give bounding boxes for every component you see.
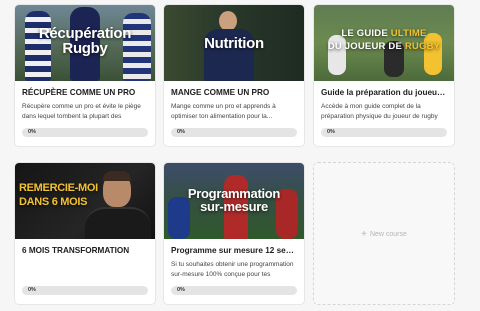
progress-label: 0%	[177, 287, 185, 293]
course-thumbnail: LE GUIDE ULTIME DU JOUEUR DE RUGBY	[314, 5, 454, 81]
thumbnail-title-line: DANS 6 MOIS	[19, 196, 88, 208]
new-course-content: + New course	[314, 229, 454, 240]
thumbnail-title: Récupération Rugby	[38, 25, 132, 57]
course-description: Récupère comme un pro et évite le piège …	[22, 103, 141, 120]
course-title[interactable]: Guide la préparation du joueur de rugby	[321, 87, 447, 98]
course-thumbnail: REMERCIE-MOI DANS 6 MOIS	[15, 163, 155, 239]
thumbnail-title-part: LE GUIDE	[341, 28, 391, 39]
thumbnail-title: Nutrition	[204, 35, 264, 52]
progress-bar: 0%	[321, 128, 447, 137]
course-title[interactable]: Programme sur mesure 12 semaines	[171, 245, 297, 256]
new-course-button[interactable]: + New course	[313, 162, 455, 305]
course-card[interactable]: Récupération Rugby RÉCUPÈRE COMME UN PRO…	[14, 4, 156, 147]
thumbnail-title: Programmation sur-mesure	[187, 186, 281, 214]
course-card[interactable]: REMERCIE-MOI DANS 6 MOIS 6 MOIS TRANSFOR…	[14, 162, 156, 305]
new-course-label: New course	[369, 231, 407, 238]
person-figure	[219, 11, 237, 31]
course-card[interactable]: LE GUIDE ULTIME DU JOUEUR DE RUGBY Guide…	[313, 4, 455, 147]
plus-icon: +	[361, 229, 367, 240]
course-thumbnail: Nutrition	[164, 5, 304, 81]
course-title[interactable]: MANGE COMME UN PRO	[171, 87, 297, 98]
course-description: Accède à mon guide complet de la prépara…	[321, 103, 438, 120]
thumbnail-title: LE GUIDE ULTIME DU JOUEUR DE RUGBY	[314, 27, 454, 53]
progress-bar: 0%	[22, 286, 148, 295]
progress-label: 0%	[177, 129, 185, 135]
person-hair	[103, 171, 131, 181]
course-description: Mange comme un pro et apprends à optimis…	[171, 103, 276, 120]
course-thumbnail: Programmation sur-mesure	[164, 163, 304, 239]
progress-bar: 0%	[22, 128, 148, 137]
course-title[interactable]: 6 MOIS TRANSFORMATION	[22, 245, 148, 256]
thumbnail-title-accent: ULTIME	[390, 28, 427, 39]
course-description	[22, 260, 148, 279]
course-thumbnail: Récupération Rugby	[15, 5, 155, 81]
thumbnail-title: REMERCIE-MOI DANS 6 MOIS	[19, 181, 98, 209]
progress-bar: 0%	[171, 286, 297, 295]
course-title[interactable]: RÉCUPÈRE COMME UN PRO	[22, 87, 148, 98]
thumbnail-title-part: DU JOUEUR DE	[327, 41, 405, 52]
thumbnail-title-line: REMERCIE-MOI	[19, 182, 98, 194]
progress-label: 0%	[28, 287, 36, 293]
course-card[interactable]: Programmation sur-mesure Programme sur m…	[163, 162, 305, 305]
progress-label: 0%	[327, 129, 335, 135]
course-description: Si tu souhaites obtenir une programmatio…	[171, 261, 294, 278]
thumbnail-title-accent: RUGBY	[404, 41, 441, 52]
person-body	[85, 207, 151, 239]
course-card[interactable]: Nutrition MANGE COMME UN PRO Mange comme…	[163, 4, 305, 147]
progress-bar: 0%	[171, 128, 297, 137]
progress-label: 0%	[28, 129, 36, 135]
